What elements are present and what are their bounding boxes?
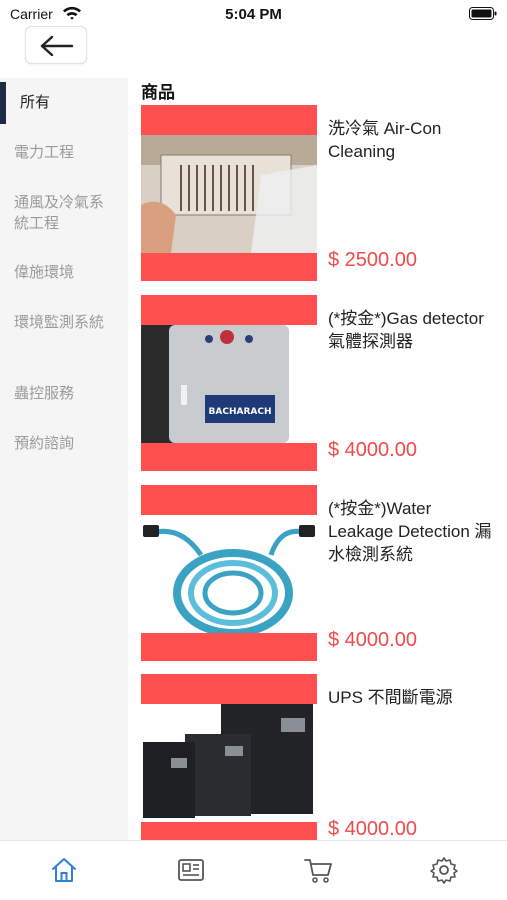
product-image bbox=[141, 485, 317, 661]
product-card[interactable]: UPS 不間斷電源 $ 4000.00 bbox=[141, 674, 507, 850]
bottom-tab-bar bbox=[0, 840, 507, 900]
product-image: BACHARACH bbox=[141, 295, 317, 471]
product-name: UPS 不間斷電源 bbox=[328, 688, 453, 707]
back-button[interactable] bbox=[25, 26, 87, 64]
product-price: $ 4000.00 bbox=[328, 818, 417, 840]
sidebar-item-env-monitoring[interactable]: 環境監測系統 bbox=[0, 312, 128, 333]
product-name: 洗冷氣 Air-Con Cleaning bbox=[328, 119, 442, 161]
sidebar-item-all[interactable]: 所有 bbox=[0, 92, 128, 113]
sidebar-item-hvac[interactable]: 通風及冷氣系統工程 bbox=[0, 192, 128, 234]
ups-units-image bbox=[141, 704, 317, 822]
section-title: 商品 bbox=[141, 83, 175, 102]
sidebar-item-booking[interactable]: 預約諮詢 bbox=[0, 433, 128, 454]
product-price: $ 2500.00 bbox=[328, 249, 417, 271]
product-name: (*按金*)Water Leakage Detection 漏水檢測系統 bbox=[328, 499, 492, 564]
home-icon[interactable] bbox=[49, 855, 79, 885]
sidebar-item-environment[interactable]: 偉施環境 bbox=[0, 262, 128, 283]
product-price: $ 4000.00 bbox=[328, 439, 417, 461]
sidebar-item-pest-control[interactable]: 蟲控服務 bbox=[0, 383, 128, 404]
clock: 5:04 PM bbox=[225, 6, 282, 23]
category-sidebar: 所有 電力工程 通風及冷氣系統工程 偉施環境 環境監測系統 蟲控服務 預約諮詢 bbox=[0, 78, 128, 840]
product-image bbox=[141, 105, 317, 281]
gas-detector-image: BACHARACH bbox=[141, 325, 317, 443]
product-name: (*按金*)Gas detector 氣體探測器 bbox=[328, 309, 484, 351]
product-price: $ 4000.00 bbox=[328, 629, 417, 651]
status-bar: Carrier 5:04 PM bbox=[0, 0, 507, 28]
aircon-cleaning-image bbox=[141, 135, 317, 253]
news-icon[interactable] bbox=[176, 855, 206, 885]
arrow-left-icon bbox=[40, 36, 74, 56]
sidebar-item-electrical[interactable]: 電力工程 bbox=[0, 142, 128, 163]
product-image bbox=[141, 674, 317, 850]
product-card[interactable]: BACHARACH (*按金*)Gas detector 氣體探測器 $ 400… bbox=[141, 295, 507, 471]
water-leakage-cable-image bbox=[141, 515, 317, 633]
product-card[interactable]: 洗冷氣 Air-Con Cleaning $ 2500.00 bbox=[141, 105, 507, 281]
svg-text:BACHARACH: BACHARACH bbox=[209, 407, 272, 417]
product-card[interactable]: (*按金*)Water Leakage Detection 漏水檢測系統 $ 4… bbox=[141, 485, 507, 661]
battery-icon bbox=[469, 7, 497, 20]
cart-icon[interactable] bbox=[303, 855, 333, 885]
gear-icon[interactable] bbox=[429, 855, 459, 885]
